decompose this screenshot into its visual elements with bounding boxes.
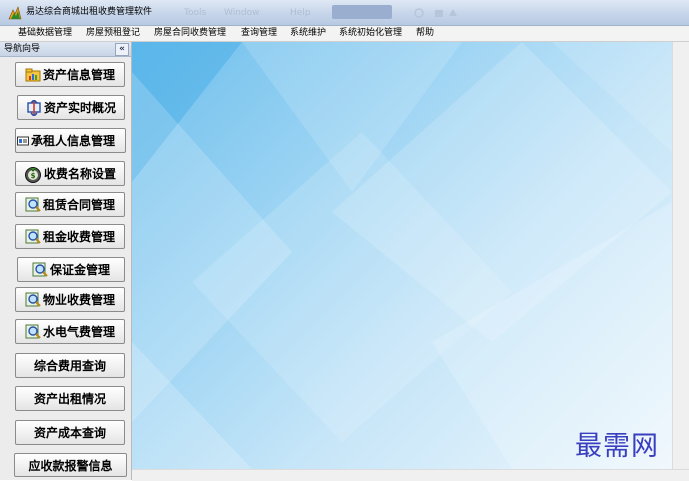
menu-system-maintenance[interactable]: 系统维护 <box>290 28 326 39</box>
folder-chart-icon <box>25 68 41 81</box>
nav-label: 承租人信息管理 <box>31 134 116 148</box>
magnifier-document-icon <box>25 229 41 244</box>
magnifier-document-icon <box>25 292 41 307</box>
menu-bar: 基础数据管理 房屋预租登记 房屋合同收费管理 查询管理 系统维护 系统初始化管理… <box>0 26 689 42</box>
nav-lease-contract-button[interactable]: 租赁合同管理 <box>15 192 125 217</box>
horizontal-scrollbar[interactable] <box>132 469 689 481</box>
nav-label: 物业收费管理 <box>42 293 115 307</box>
nav-label: 租赁合同管理 <box>42 198 115 212</box>
menu-query[interactable]: 查询管理 <box>241 28 277 39</box>
title-bar: 易达综合商城出租收费管理软件 Tools Window Help <box>0 0 689 26</box>
magnifier-document-icon <box>25 197 41 212</box>
menu-system-init[interactable]: 系统初始化管理 <box>339 28 402 39</box>
vertical-scrollbar[interactable] <box>672 42 689 469</box>
nav-deposit-button[interactable]: 保证金管理 <box>17 257 125 282</box>
nav-label: 资产实时概况 <box>43 101 116 115</box>
nav-property-fee-button[interactable]: 物业收费管理 <box>15 287 125 312</box>
ghost-menu-window: Window <box>224 8 260 18</box>
nav-label: 租金收费管理 <box>42 230 115 244</box>
magnifier-document-icon <box>25 324 41 339</box>
nav-rent-charge-button[interactable]: 租金收费管理 <box>15 224 125 249</box>
nav-utilities-fee-button[interactable]: 水电气费管理 <box>15 319 125 344</box>
nav-asset-overview-button[interactable]: 资产实时概况 <box>17 95 125 120</box>
nav-asset-info-button[interactable]: 资产信息管理 <box>15 62 125 87</box>
nav-title: 导航向导 <box>4 44 41 54</box>
ghost-toolbar-icons <box>414 8 457 18</box>
ghost-toolbar-block <box>332 5 392 19</box>
app-logo-icon <box>8 6 22 20</box>
ghost-menu-tools: Tools <box>184 8 207 18</box>
menu-basic-data[interactable]: 基础数据管理 <box>18 28 72 39</box>
nav-label: 资产信息管理 <box>42 68 115 82</box>
nav-tenant-info-button[interactable]: 承租人信息管理 <box>15 128 126 153</box>
collapse-button[interactable]: « <box>115 43 129 56</box>
id-card-icon <box>17 136 29 145</box>
menu-contract-charges[interactable]: 房屋合同收费管理 <box>154 28 226 39</box>
nav-fee-query-button[interactable]: 综合费用查询 <box>15 353 125 378</box>
nav-header: 导航向导 « <box>0 42 131 57</box>
nav-label: 综合费用查询 <box>33 359 106 373</box>
money-bag-icon: $ <box>24 166 41 183</box>
nav-asset-cost-query-button[interactable]: 资产成本查询 <box>15 420 125 445</box>
watermark-text: 最需网 <box>575 431 659 462</box>
nav-label: 应收款报警信息 <box>28 458 113 473</box>
ghost-menu-help: Help <box>290 8 311 18</box>
background-pattern <box>132 42 672 469</box>
nav-label: 资产成本查询 <box>33 426 106 440</box>
monitor-arrows-icon <box>27 99 41 116</box>
nav-label: 保证金管理 <box>49 263 110 277</box>
svg-text:$: $ <box>31 172 36 180</box>
nav-receivable-alert-button[interactable]: 应收款报警信息 <box>14 453 127 477</box>
menu-help[interactable]: 帮助 <box>416 28 434 39</box>
window-title: 易达综合商城出租收费管理软件 <box>26 7 153 17</box>
magnifier-document-icon <box>32 262 48 277</box>
menu-pre-rent-registration[interactable]: 房屋预租登记 <box>86 28 140 39</box>
main-workspace <box>132 42 672 469</box>
nav-label: 水电气费管理 <box>42 325 115 339</box>
nav-fee-name-setting-button[interactable]: $ 收费名称设置 <box>15 161 125 186</box>
nav-label: 收费名称设置 <box>43 167 116 181</box>
navigation-sidebar: 导航向导 « 资产信息管理 资产实时概况 承租人信息管理 $ 收费名称设置 租赁… <box>0 42 132 480</box>
nav-asset-rental-status-button[interactable]: 资产出租情况 <box>15 386 125 411</box>
nav-label: 资产出租情况 <box>33 392 106 406</box>
